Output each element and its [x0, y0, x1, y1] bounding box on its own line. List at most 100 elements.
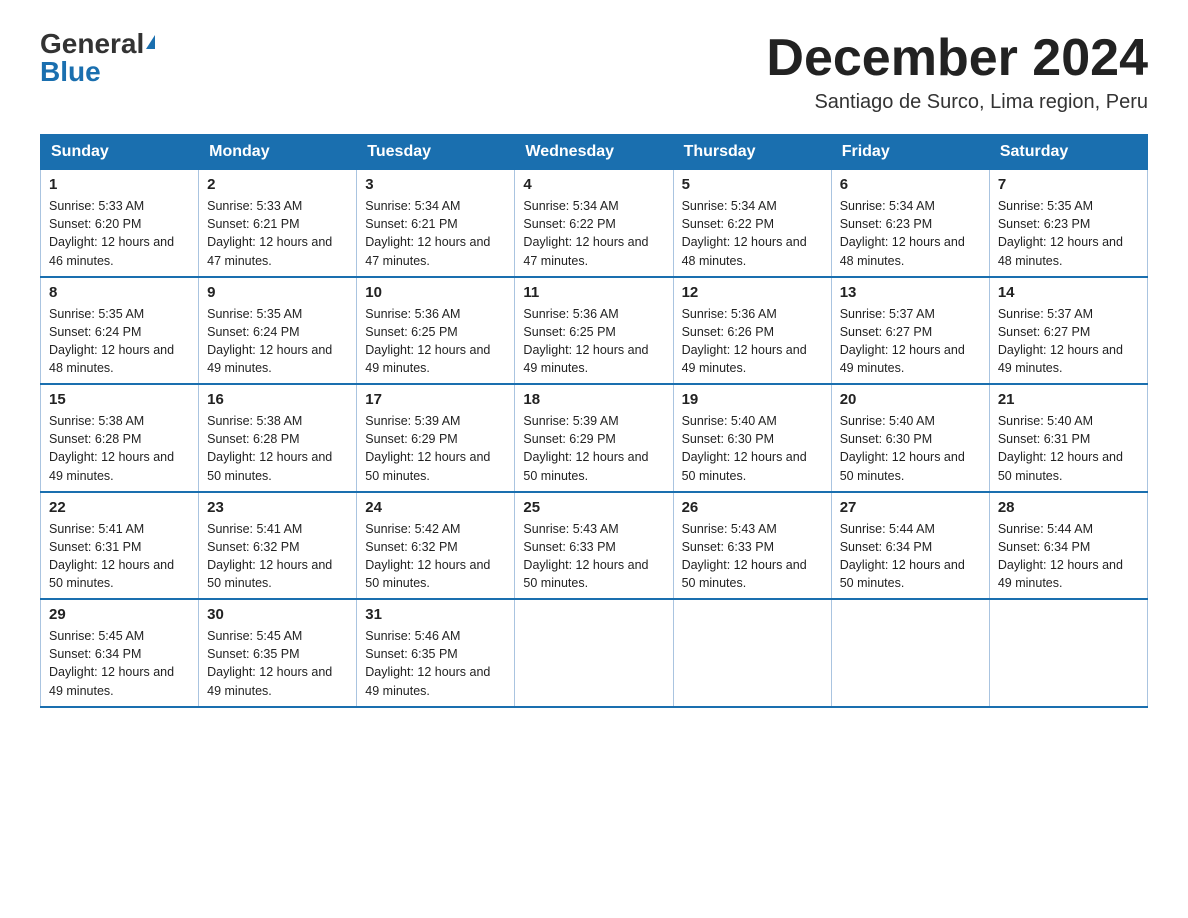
day-info: Sunrise: 5:42 AM Sunset: 6:32 PM Dayligh… — [365, 520, 506, 593]
day-info: Sunrise: 5:46 AM Sunset: 6:35 PM Dayligh… — [365, 627, 506, 700]
table-row: 6 Sunrise: 5:34 AM Sunset: 6:23 PM Dayli… — [831, 170, 989, 277]
day-number: 9 — [207, 284, 348, 301]
table-row: 20 Sunrise: 5:40 AM Sunset: 6:30 PM Dayl… — [831, 384, 989, 492]
day-number: 15 — [49, 391, 190, 408]
table-row — [515, 599, 673, 707]
day-info: Sunrise: 5:45 AM Sunset: 6:34 PM Dayligh… — [49, 627, 190, 700]
day-number: 14 — [998, 284, 1139, 301]
day-info: Sunrise: 5:40 AM Sunset: 6:30 PM Dayligh… — [840, 412, 981, 485]
day-info: Sunrise: 5:35 AM Sunset: 6:24 PM Dayligh… — [207, 305, 348, 378]
header-tuesday: Tuesday — [357, 135, 515, 170]
day-number: 7 — [998, 176, 1139, 193]
day-info: Sunrise: 5:43 AM Sunset: 6:33 PM Dayligh… — [682, 520, 823, 593]
day-info: Sunrise: 5:33 AM Sunset: 6:21 PM Dayligh… — [207, 197, 348, 270]
title-block: December 2024 Santiago de Surco, Lima re… — [766, 30, 1148, 114]
logo-text: GeneralBlue — [40, 30, 155, 86]
day-number: 23 — [207, 499, 348, 516]
day-number: 16 — [207, 391, 348, 408]
day-number: 6 — [840, 176, 981, 193]
logo-triangle-icon — [146, 35, 155, 49]
day-info: Sunrise: 5:44 AM Sunset: 6:34 PM Dayligh… — [998, 520, 1139, 593]
day-info: Sunrise: 5:36 AM Sunset: 6:25 PM Dayligh… — [523, 305, 664, 378]
header-thursday: Thursday — [673, 135, 831, 170]
day-info: Sunrise: 5:34 AM Sunset: 6:23 PM Dayligh… — [840, 197, 981, 270]
table-row: 13 Sunrise: 5:37 AM Sunset: 6:27 PM Dayl… — [831, 277, 989, 385]
day-info: Sunrise: 5:34 AM Sunset: 6:22 PM Dayligh… — [523, 197, 664, 270]
day-info: Sunrise: 5:41 AM Sunset: 6:32 PM Dayligh… — [207, 520, 348, 593]
day-number: 11 — [523, 284, 664, 301]
page-title: December 2024 — [766, 30, 1148, 87]
day-number: 26 — [682, 499, 823, 516]
table-row: 15 Sunrise: 5:38 AM Sunset: 6:28 PM Dayl… — [41, 384, 199, 492]
table-row — [831, 599, 989, 707]
day-info: Sunrise: 5:37 AM Sunset: 6:27 PM Dayligh… — [840, 305, 981, 378]
day-number: 29 — [49, 606, 190, 623]
day-number: 8 — [49, 284, 190, 301]
day-info: Sunrise: 5:40 AM Sunset: 6:30 PM Dayligh… — [682, 412, 823, 485]
table-row — [989, 599, 1147, 707]
table-row: 22 Sunrise: 5:41 AM Sunset: 6:31 PM Dayl… — [41, 492, 199, 600]
day-info: Sunrise: 5:44 AM Sunset: 6:34 PM Dayligh… — [840, 520, 981, 593]
page-subtitle: Santiago de Surco, Lima region, Peru — [766, 91, 1148, 114]
table-row: 7 Sunrise: 5:35 AM Sunset: 6:23 PM Dayli… — [989, 170, 1147, 277]
day-info: Sunrise: 5:40 AM Sunset: 6:31 PM Dayligh… — [998, 412, 1139, 485]
day-info: Sunrise: 5:38 AM Sunset: 6:28 PM Dayligh… — [49, 412, 190, 485]
day-number: 2 — [207, 176, 348, 193]
day-info: Sunrise: 5:36 AM Sunset: 6:26 PM Dayligh… — [682, 305, 823, 378]
day-number: 27 — [840, 499, 981, 516]
header-wednesday: Wednesday — [515, 135, 673, 170]
table-row: 21 Sunrise: 5:40 AM Sunset: 6:31 PM Dayl… — [989, 384, 1147, 492]
day-info: Sunrise: 5:38 AM Sunset: 6:28 PM Dayligh… — [207, 412, 348, 485]
header-friday: Friday — [831, 135, 989, 170]
table-row: 4 Sunrise: 5:34 AM Sunset: 6:22 PM Dayli… — [515, 170, 673, 277]
day-number: 17 — [365, 391, 506, 408]
day-number: 5 — [682, 176, 823, 193]
table-row: 2 Sunrise: 5:33 AM Sunset: 6:21 PM Dayli… — [199, 170, 357, 277]
day-number: 22 — [49, 499, 190, 516]
calendar-week-row: 1 Sunrise: 5:33 AM Sunset: 6:20 PM Dayli… — [41, 170, 1148, 277]
table-row: 1 Sunrise: 5:33 AM Sunset: 6:20 PM Dayli… — [41, 170, 199, 277]
logo: GeneralBlue — [40, 30, 155, 86]
day-number: 10 — [365, 284, 506, 301]
table-row: 14 Sunrise: 5:37 AM Sunset: 6:27 PM Dayl… — [989, 277, 1147, 385]
calendar-week-row: 22 Sunrise: 5:41 AM Sunset: 6:31 PM Dayl… — [41, 492, 1148, 600]
logo-blue: Blue — [40, 56, 101, 87]
table-row: 26 Sunrise: 5:43 AM Sunset: 6:33 PM Dayl… — [673, 492, 831, 600]
day-number: 3 — [365, 176, 506, 193]
table-row: 31 Sunrise: 5:46 AM Sunset: 6:35 PM Dayl… — [357, 599, 515, 707]
table-row: 24 Sunrise: 5:42 AM Sunset: 6:32 PM Dayl… — [357, 492, 515, 600]
table-row: 29 Sunrise: 5:45 AM Sunset: 6:34 PM Dayl… — [41, 599, 199, 707]
header-saturday: Saturday — [989, 135, 1147, 170]
day-info: Sunrise: 5:43 AM Sunset: 6:33 PM Dayligh… — [523, 520, 664, 593]
day-info: Sunrise: 5:39 AM Sunset: 6:29 PM Dayligh… — [365, 412, 506, 485]
header-monday: Monday — [199, 135, 357, 170]
day-number: 21 — [998, 391, 1139, 408]
table-row: 12 Sunrise: 5:36 AM Sunset: 6:26 PM Dayl… — [673, 277, 831, 385]
table-row: 11 Sunrise: 5:36 AM Sunset: 6:25 PM Dayl… — [515, 277, 673, 385]
day-number: 20 — [840, 391, 981, 408]
table-row: 25 Sunrise: 5:43 AM Sunset: 6:33 PM Dayl… — [515, 492, 673, 600]
table-row: 30 Sunrise: 5:45 AM Sunset: 6:35 PM Dayl… — [199, 599, 357, 707]
day-number: 1 — [49, 176, 190, 193]
day-number: 30 — [207, 606, 348, 623]
table-row: 27 Sunrise: 5:44 AM Sunset: 6:34 PM Dayl… — [831, 492, 989, 600]
calendar-week-row: 15 Sunrise: 5:38 AM Sunset: 6:28 PM Dayl… — [41, 384, 1148, 492]
day-info: Sunrise: 5:36 AM Sunset: 6:25 PM Dayligh… — [365, 305, 506, 378]
table-row — [673, 599, 831, 707]
calendar-week-row: 29 Sunrise: 5:45 AM Sunset: 6:34 PM Dayl… — [41, 599, 1148, 707]
table-row: 3 Sunrise: 5:34 AM Sunset: 6:21 PM Dayli… — [357, 170, 515, 277]
header-sunday: Sunday — [41, 135, 199, 170]
day-number: 12 — [682, 284, 823, 301]
day-number: 18 — [523, 391, 664, 408]
day-info: Sunrise: 5:45 AM Sunset: 6:35 PM Dayligh… — [207, 627, 348, 700]
table-row: 28 Sunrise: 5:44 AM Sunset: 6:34 PM Dayl… — [989, 492, 1147, 600]
calendar-week-row: 8 Sunrise: 5:35 AM Sunset: 6:24 PM Dayli… — [41, 277, 1148, 385]
day-number: 31 — [365, 606, 506, 623]
table-row: 9 Sunrise: 5:35 AM Sunset: 6:24 PM Dayli… — [199, 277, 357, 385]
day-number: 24 — [365, 499, 506, 516]
table-row: 18 Sunrise: 5:39 AM Sunset: 6:29 PM Dayl… — [515, 384, 673, 492]
day-info: Sunrise: 5:35 AM Sunset: 6:23 PM Dayligh… — [998, 197, 1139, 270]
table-row: 23 Sunrise: 5:41 AM Sunset: 6:32 PM Dayl… — [199, 492, 357, 600]
day-number: 19 — [682, 391, 823, 408]
table-row: 10 Sunrise: 5:36 AM Sunset: 6:25 PM Dayl… — [357, 277, 515, 385]
